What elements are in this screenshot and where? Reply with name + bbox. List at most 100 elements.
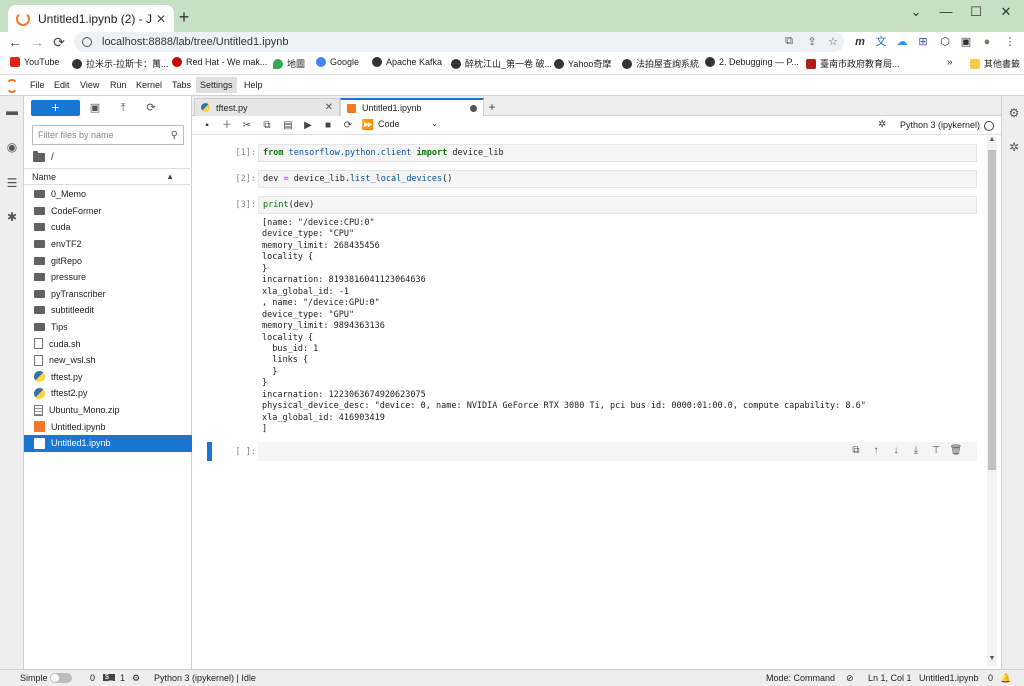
new-folder-icon[interactable]: ▣ <box>88 101 102 115</box>
interrupt-icon[interactable]: ■ <box>321 119 335 133</box>
debugger-panel-icon[interactable]: ✲ <box>1007 140 1021 154</box>
bookmark-foreclosure[interactable]: 法拍屋查詢系統 <box>622 57 699 70</box>
file-row[interactable]: cuda.sh <box>24 335 192 352</box>
refresh-icon[interactable]: ⟳ <box>144 101 158 115</box>
bookmark-tainan-edu[interactable]: 臺南市政府教育局... <box>806 57 900 70</box>
kernel-count[interactable]: 1 <box>120 673 125 683</box>
file-row[interactable]: new_wsl.sh <box>24 352 192 369</box>
breadcrumb[interactable]: / <box>33 151 54 163</box>
restart-run-all-icon[interactable]: ⏩ <box>361 119 375 133</box>
extension-translate-icon[interactable]: 文 <box>874 35 888 49</box>
share-icon[interactable]: ⇪ <box>805 35 819 48</box>
cell-input[interactable]: print(dev) <box>258 196 977 214</box>
active-code-cell[interactable]: [ ]: ⧉ ↑ ↓ ⤓ ⊤ 🗑 <box>206 442 977 464</box>
bell-icon[interactable]: 🔔 <box>1000 673 1011 684</box>
profile-avatar[interactable]: ● <box>980 35 994 49</box>
site-info-icon[interactable] <box>82 37 92 47</box>
bookmark-kafka[interactable]: Apache Kafka <box>372 57 442 67</box>
scroll-down-icon[interactable]: ▼ <box>987 655 997 662</box>
bookmark-star-icon[interactable]: ☆ <box>826 35 840 48</box>
unsaved-dot-icon[interactable] <box>470 104 477 112</box>
extension-m-icon[interactable]: m <box>853 35 867 49</box>
duplicate-cell-icon[interactable]: ⧉ <box>846 445 866 456</box>
back-button[interactable]: ← <box>6 33 24 51</box>
simple-mode-toggle[interactable] <box>50 673 72 683</box>
file-row[interactable]: CodeFormer <box>24 203 192 220</box>
run-icon[interactable]: ▶ <box>301 119 315 133</box>
cut-icon[interactable]: ✂ <box>240 119 254 133</box>
extensions-puzzle-icon[interactable]: ⬡ <box>938 35 952 49</box>
bookmark-rummikub[interactable]: 拉米示-拉斯卡：萬... <box>72 57 169 70</box>
bookmark-debugging[interactable]: 2. Debugging — P... <box>705 57 799 67</box>
filter-files-input[interactable] <box>38 130 171 140</box>
forward-button[interactable]: → <box>28 33 46 51</box>
insert-above-icon[interactable]: ⤓ <box>906 445 926 456</box>
bookmark-novel[interactable]: 醉枕江山_第一卷 破... <box>451 57 552 70</box>
cell-input[interactable]: from tensorflow.python.client import dev… <box>258 144 977 162</box>
insert-below-icon[interactable]: ⊤ <box>926 445 946 456</box>
cursor-position[interactable]: Ln 1, Col 1 <box>868 673 912 683</box>
reload-button[interactable]: ⟳ <box>50 33 68 51</box>
bookmark-yahoo[interactable]: Yahoo奇摩 <box>554 57 611 70</box>
code-cell[interactable]: [3]: print(dev) [name: "/device:CPU:0" d… <box>206 196 977 436</box>
window-close-button[interactable]: ✕ <box>996 4 1016 20</box>
cell-type-select[interactable]: Code ⌄ <box>378 119 438 129</box>
upload-icon[interactable]: ⤒ <box>116 101 130 115</box>
file-row[interactable]: Ubuntu_Mono.zip <box>24 402 192 419</box>
translate-icon[interactable]: ⧉ <box>782 35 796 48</box>
file-row[interactable]: Tips <box>24 319 192 336</box>
add-tab-button[interactable]: + <box>485 100 499 114</box>
code-cell[interactable]: [2]: dev = device_lib.list_local_devices… <box>206 170 977 190</box>
minimize-button[interactable]: — <box>936 4 956 19</box>
bookmark-other[interactable]: 其他書籤 <box>970 57 1020 70</box>
tab-tftest-py[interactable]: tftest.py ✕ <box>194 98 340 116</box>
file-row[interactable]: subtitleedit <box>24 302 192 319</box>
menu-file[interactable]: File <box>30 80 45 90</box>
table-of-contents-icon[interactable]: ☰ <box>5 176 19 190</box>
extension-manager-icon[interactable]: ✱ <box>5 210 19 224</box>
settings-icon[interactable]: ⚙ <box>132 673 140 684</box>
running-kernels-icon[interactable]: ◉ <box>5 140 19 154</box>
file-row[interactable]: pressure <box>24 269 192 286</box>
paste-icon[interactable]: ▤ <box>281 119 295 133</box>
side-panel-icon[interactable]: ▣ <box>959 35 973 49</box>
property-inspector-icon[interactable]: ⚙ <box>1007 106 1021 120</box>
file-row[interactable]: tftest2.py <box>24 385 192 402</box>
kernel-name[interactable]: Python 3 (ipykernel) <box>900 120 980 130</box>
menu-help[interactable]: Help <box>244 80 263 90</box>
file-row[interactable]: pyTranscriber <box>24 286 192 303</box>
bookmark-google[interactable]: Google <box>316 57 359 67</box>
move-down-icon[interactable]: ↓ <box>886 445 906 456</box>
file-row[interactable]: Untitled1.ipynb <box>24 434 192 452</box>
browser-menu-icon[interactable]: ⋮ <box>1003 35 1017 49</box>
move-up-icon[interactable]: ↑ <box>866 445 886 456</box>
sort-ascending-icon[interactable]: ▲ <box>166 172 174 181</box>
extension-grid-icon[interactable]: ⊞ <box>916 35 930 49</box>
kernel-status[interactable]: Python 3 (ipykernel) | Idle <box>154 673 256 683</box>
bookmarks-overflow-icon[interactable]: » <box>947 57 953 68</box>
file-row[interactable]: tftest.py <box>24 369 192 386</box>
extension-cloud-icon[interactable]: ☁ <box>895 35 909 49</box>
scroll-up-icon[interactable]: ▲ <box>987 136 997 143</box>
browser-tab-jupyterlab[interactable]: Untitled1.ipynb (2) - JupyterLab ✕ <box>8 5 174 32</box>
debugger-icon[interactable]: ✲ <box>878 119 886 130</box>
scroll-thumb[interactable] <box>988 150 996 470</box>
menu-settings[interactable]: Settings <box>196 77 237 93</box>
notebook-scrollbar[interactable]: ▲ ▼ <box>987 136 997 666</box>
close-icon[interactable]: ✕ <box>156 12 166 26</box>
maximize-button[interactable]: ☐ <box>966 4 986 20</box>
new-launcher-button[interactable]: + <box>31 100 80 116</box>
file-row[interactable]: gitRepo <box>24 252 192 269</box>
delete-cell-icon[interactable]: 🗑 <box>946 445 966 456</box>
file-row[interactable]: 0_Memo <box>24 186 192 203</box>
bookmark-maps[interactable]: 地圖 <box>273 57 305 70</box>
copy-icon[interactable]: ⧉ <box>260 119 274 133</box>
address-bar[interactable]: localhost:8888/lab/tree/Untitled1.ipynb <box>74 32 844 52</box>
trusted-icon[interactable]: ⊘ <box>846 673 854 684</box>
restart-icon[interactable]: ⟳ <box>341 119 355 133</box>
menu-run[interactable]: Run <box>110 80 127 90</box>
cell-input[interactable]: dev = device_lib.list_local_devices() <box>258 170 977 188</box>
menu-view[interactable]: View <box>80 80 99 90</box>
file-browser-icon[interactable]: ▬ <box>5 104 19 118</box>
menu-edit[interactable]: Edit <box>54 80 70 90</box>
